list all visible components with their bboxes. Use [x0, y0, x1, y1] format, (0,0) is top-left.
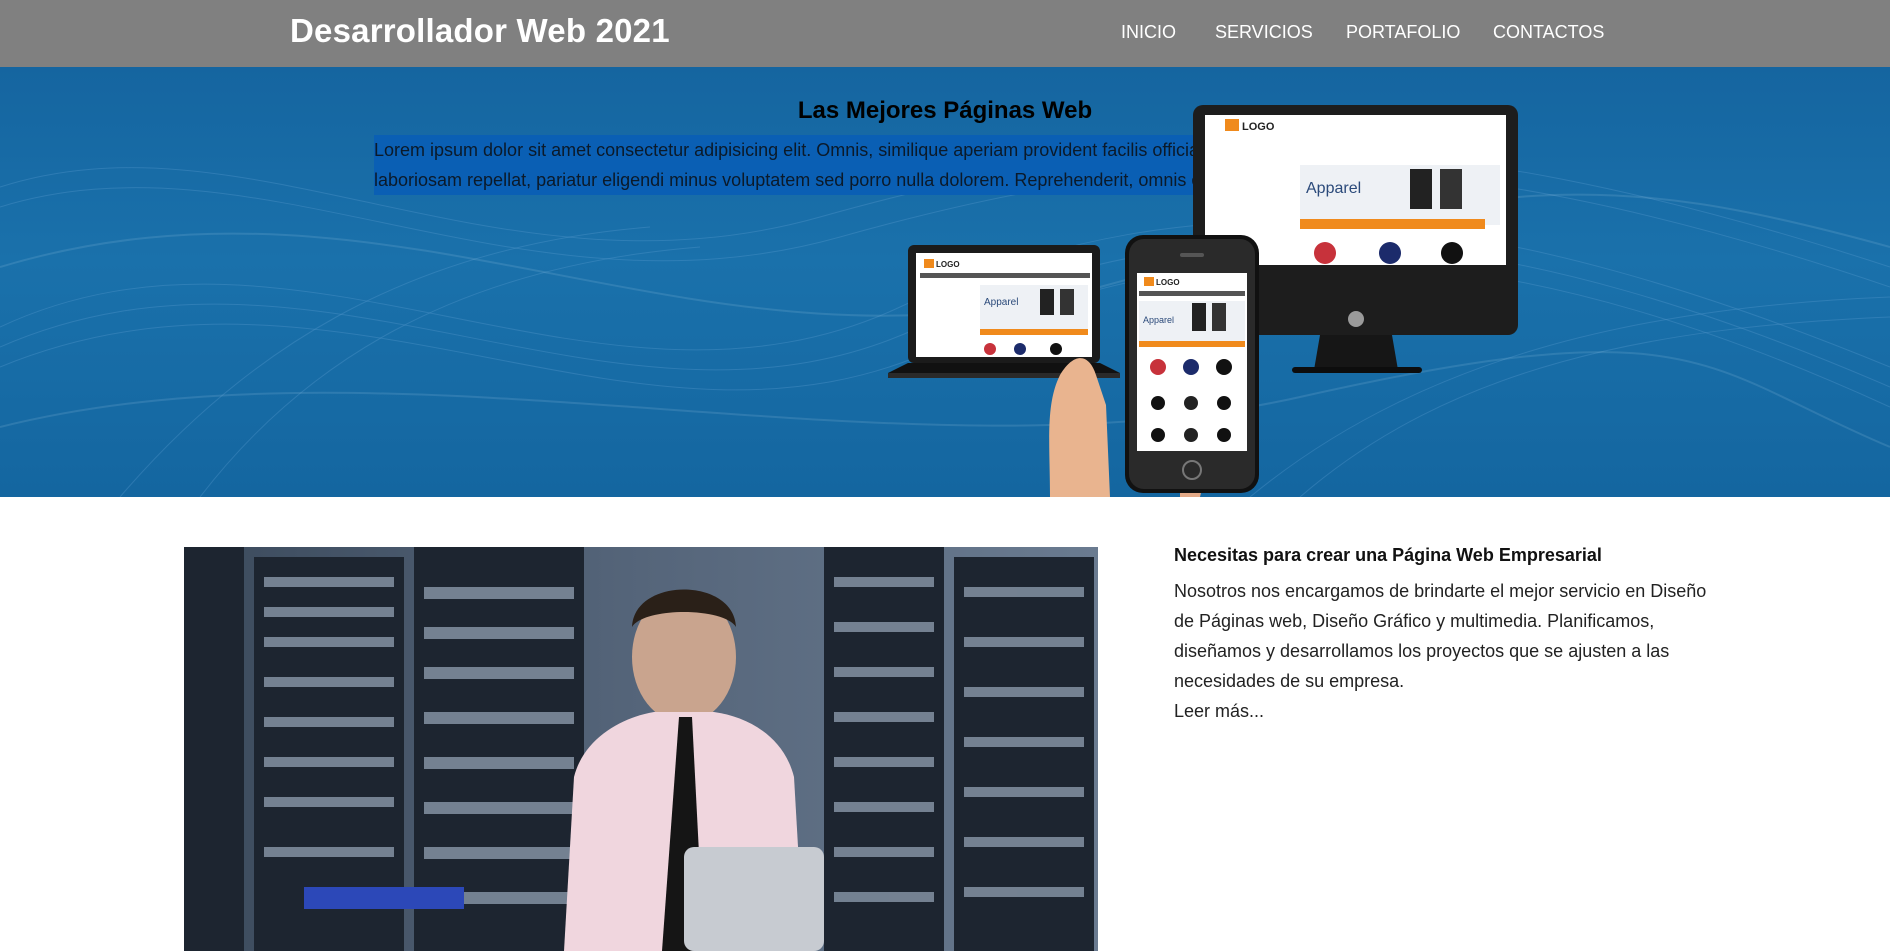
phone-headline: Apparel [1143, 315, 1174, 325]
phone-logo-text: LOGO [1156, 278, 1180, 287]
nav-item-contactos[interactable]: CONTACTOS [1493, 22, 1604, 43]
section-body: Nosotros nos encargamos de brindarte el … [1174, 581, 1707, 691]
nav-item-servicios[interactable]: SERVICIOS [1215, 22, 1313, 43]
responsive-devices-illustration: LOGO Apparel LOGO Apparel LOGO Apparel [888, 105, 1518, 497]
info-section: Necesitas para crear una Página Web Empr… [1174, 545, 1714, 726]
laptop-mockup: LOGO Apparel [888, 245, 1120, 378]
monitor-logo-text: LOGO [1242, 121, 1275, 133]
laptop-headline: Apparel [984, 297, 1018, 308]
server-room-photo [184, 547, 1098, 951]
read-more-link[interactable]: Leer más... [1174, 696, 1714, 726]
brand-title[interactable]: Desarrollador Web 2021 [290, 12, 670, 50]
laptop-logo-text: LOGO [936, 260, 960, 269]
section-title: Necesitas para crear una Página Web Empr… [1174, 545, 1602, 565]
top-navbar: Desarrollador Web 2021 INICIO SERVICIOS … [0, 0, 1890, 67]
hero-banner: Las Mejores Páginas Web Lorem ipsum dolo… [0, 67, 1890, 497]
nav-item-inicio[interactable]: INICIO [1121, 22, 1176, 43]
monitor-headline: Apparel [1306, 180, 1361, 197]
phone-mockup: LOGO Apparel [1125, 235, 1259, 493]
nav-item-portafolio[interactable]: PORTAFOLIO [1346, 22, 1460, 43]
